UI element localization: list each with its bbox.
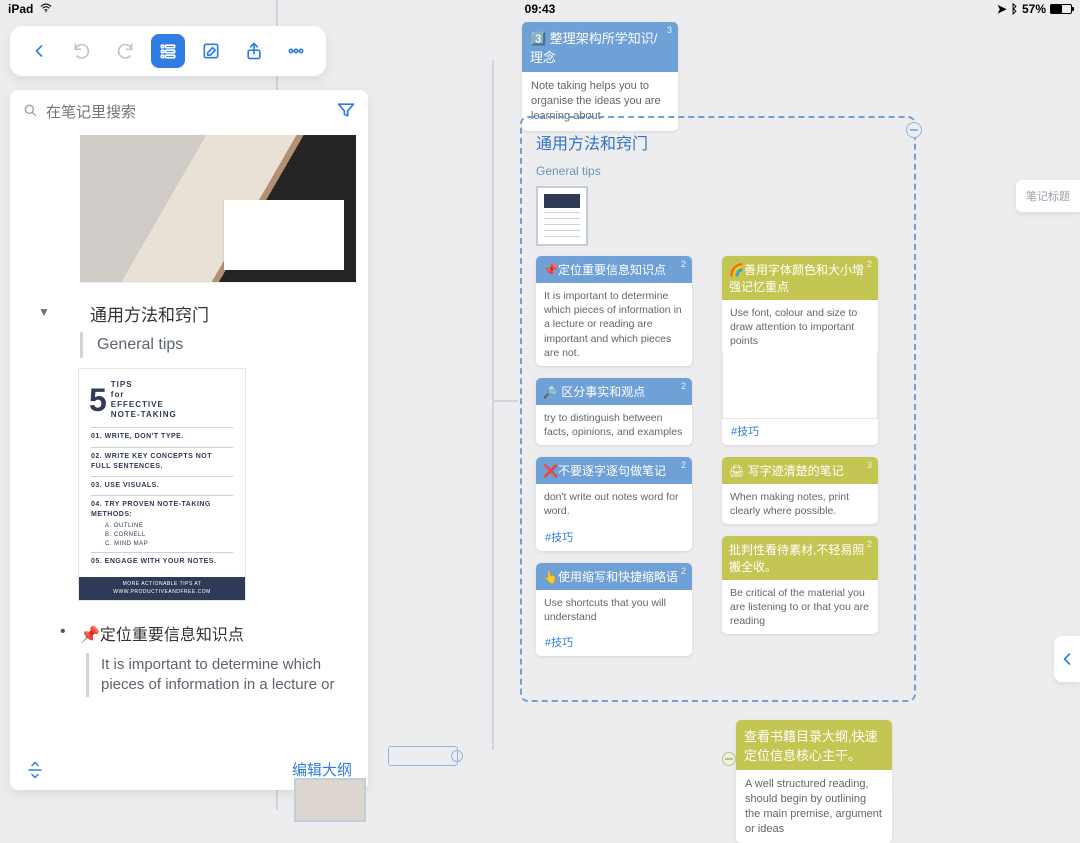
outline-panel: ▼ 通用方法和窍门 General tips 5TIPS for EFFECTI… (10, 90, 368, 790)
node-body: Use shortcuts that you will understand (536, 590, 692, 630)
group-thumbnail (536, 186, 588, 246)
search-bar (10, 90, 368, 135)
node-body: A well structured reading, should begin … (736, 770, 892, 843)
node-header: 🔎 区分事实和观点2 (536, 378, 692, 405)
collapse-icon[interactable] (722, 752, 736, 766)
collapse-icon[interactable] (906, 122, 922, 138)
undo-button[interactable] (65, 34, 99, 68)
node-header: 🖨 写字迹清楚的笔记3 (722, 457, 878, 484)
disclosure-icon[interactable]: ▼ (38, 305, 50, 319)
note-image (722, 353, 878, 419)
redo-button[interactable] (108, 34, 142, 68)
node-body: Be critical of the material you are list… (722, 580, 878, 635)
more-button[interactable] (279, 34, 313, 68)
edit-outline-link[interactable]: 编辑大纲 (292, 759, 352, 780)
node-header: ❌不要逐字逐句做笔记2 (536, 457, 692, 484)
edit-button[interactable] (194, 34, 228, 68)
node-header: 🌈善用字体颜色和大小增强记忆重点2 (722, 256, 878, 300)
bluetooth-icon: ᛒ (1011, 2, 1018, 16)
node-body: don't write out notes word for word. (536, 484, 692, 524)
share-button[interactable] (237, 34, 271, 68)
node-no-verbatim[interactable]: ❌不要逐字逐句做笔记2 don't write out notes word f… (536, 457, 692, 550)
group-subtitle: General tips (536, 164, 900, 178)
node-title: 通用方法和窍门 (60, 283, 368, 332)
search-icon (22, 102, 38, 123)
outline-node-locate[interactable]: 📌定位重要信息知识点 It is important to determine … (24, 611, 368, 698)
node-body: Use font, colour and size to draw attent… (722, 300, 878, 355)
outline-node-general[interactable]: ▼ 通用方法和窍门 General tips (24, 283, 368, 358)
node-body: try to distinguish between facts, opinio… (536, 405, 692, 445)
map-hline (494, 400, 518, 402)
group-col-b: 🌈善用字体颜色和大小增强记忆重点2 Use font, colour and s… (722, 256, 878, 656)
clock: 09:43 (363, 2, 718, 16)
group-general-tips[interactable]: 通用方法和窍门 General tips 📌定位重要信息知识点2 It is i… (520, 116, 916, 702)
tag[interactable]: #技巧 (536, 630, 692, 656)
expand-tab[interactable] (1054, 636, 1080, 682)
node-body: When making notes, print clearly where p… (722, 484, 878, 524)
node-header: 查看书籍目录大纲,快速定位信息核心主干。 (736, 720, 892, 770)
hero-image (80, 135, 356, 283)
split-icon[interactable] (26, 761, 44, 779)
node-outline[interactable]: 查看书籍目录大纲,快速定位信息核心主干。 A well structured r… (736, 720, 892, 843)
battery-icon (1050, 4, 1072, 14)
group-col-a: 📌定位重要信息知识点2 It is important to determine… (536, 256, 692, 656)
node-distinguish[interactable]: 🔎 区分事实和观点2 try to distinguish between fa… (536, 378, 692, 445)
node-body: It is important to determine which piece… (536, 283, 692, 366)
tag[interactable]: #技巧 (536, 525, 692, 551)
node-header: 3️⃣ 整理架构所学知识/理念3 (522, 22, 678, 72)
node-shortcuts[interactable]: 👆使用缩写和快捷缩略语2 Use shortcuts that you will… (536, 563, 692, 656)
note-title-tab[interactable]: 笔记标题 (1016, 180, 1080, 212)
node-organize[interactable]: 3️⃣ 整理架构所学知识/理念3 Note taking helps you t… (522, 22, 678, 131)
node-header: 📌定位重要信息知识点2 (536, 256, 692, 283)
floating-thumbnail[interactable] (294, 778, 366, 822)
filter-icon[interactable] (336, 100, 356, 125)
node-header: 批判性看待素材,不轻易照搬全收。2 (722, 536, 878, 580)
status-bar: iPad 09:43 ➤ ᛒ 57% (0, 0, 1080, 18)
back-button[interactable] (22, 34, 56, 68)
tag[interactable]: #技巧 (722, 419, 878, 445)
node-title: 📌定位重要信息知识点 (80, 621, 348, 645)
tips-infographic: 5TIPS for EFFECTIVE NOTE-TAKING 01. WRIT… (78, 368, 246, 601)
node-subtitle: General tips (80, 332, 368, 358)
search-input[interactable] (46, 104, 328, 121)
wifi-icon (39, 1, 53, 18)
battery-pct: 57% (1022, 2, 1046, 16)
badge: 3 (667, 25, 672, 35)
group-title: 通用方法和窍门 (536, 130, 900, 154)
node-print-clearly[interactable]: 🖨 写字迹清楚的笔记3 When making notes, print cle… (722, 457, 878, 524)
node-critical[interactable]: 批判性看待素材,不轻易照搬全收。2 Be critical of the mat… (722, 536, 878, 635)
device-label: iPad (8, 2, 33, 16)
node-header: 👆使用缩写和快捷缩略语2 (536, 563, 692, 590)
outline-button[interactable] (151, 34, 185, 68)
node-locate-key[interactable]: 📌定位重要信息知识点2 It is important to determine… (536, 256, 692, 366)
toolbar (10, 26, 326, 76)
outline-body[interactable]: ▼ 通用方法和窍门 General tips 5TIPS for EFFECTI… (10, 135, 368, 753)
node-desc: It is important to determine which piece… (86, 653, 348, 698)
location-icon: ➤ (997, 2, 1007, 16)
node-font-color[interactable]: 🌈善用字体颜色和大小增强记忆重点2 Use font, colour and s… (722, 256, 878, 445)
connector-node[interactable] (388, 746, 458, 766)
map-vline-2 (492, 60, 494, 750)
